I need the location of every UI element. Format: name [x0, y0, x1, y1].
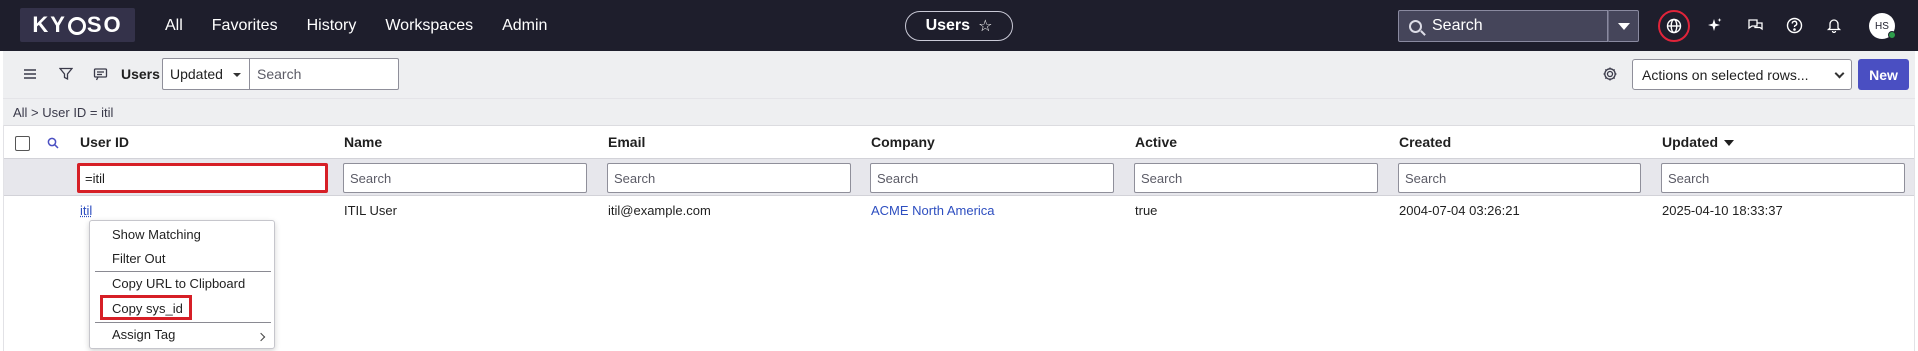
gear-icon[interactable]: [1601, 65, 1619, 83]
filter-company-input[interactable]: Search: [870, 163, 1114, 193]
column-header-email[interactable]: Email: [608, 134, 645, 150]
user-avatar[interactable]: HS: [1869, 13, 1896, 39]
globe-icon[interactable]: [1658, 10, 1690, 42]
logo-text-so: SO: [86, 12, 123, 37]
filter-created-placeholder: Search: [1405, 170, 1447, 186]
filter-updated-input[interactable]: Search: [1661, 163, 1905, 193]
logo-o-mark: [67, 17, 86, 35]
column-header-active[interactable]: Active: [1135, 134, 1177, 150]
cell-company-link[interactable]: ACME North America: [871, 203, 995, 218]
users-table: User ID Name Email Company Active Create…: [3, 125, 1915, 351]
filter-company-placeholder: Search: [877, 170, 919, 186]
filter-name-input[interactable]: Search: [343, 163, 587, 193]
search-icon: [1409, 19, 1422, 33]
select-all-checkbox[interactable]: [15, 136, 30, 151]
filter-user-id-value: =itil: [85, 170, 105, 186]
brand-logo[interactable]: KY SO: [20, 8, 135, 42]
list-toolbar: Users Updated Search Actions on selected…: [3, 51, 1915, 98]
filter-icon[interactable]: [57, 65, 75, 83]
chevron-right-icon: [256, 332, 266, 342]
column-header-updated-label: Updated: [1662, 134, 1718, 150]
list-search-placeholder: Search: [257, 66, 302, 82]
nav-link-favorites[interactable]: Favorites: [212, 17, 278, 35]
cell-active: true: [1135, 203, 1158, 218]
help-icon[interactable]: [1783, 14, 1805, 36]
menu-item-filter-out[interactable]: Filter Out: [112, 251, 165, 266]
filter-active-placeholder: Search: [1141, 170, 1183, 186]
nav-link-admin[interactable]: Admin: [502, 17, 547, 35]
hamburger-menu-icon[interactable]: [21, 65, 39, 83]
nav-link-workspaces[interactable]: Workspaces: [385, 17, 473, 35]
menu-item-assign-tag[interactable]: Assign Tag: [112, 327, 175, 342]
bell-icon[interactable]: [1823, 14, 1845, 36]
global-search-input[interactable]: Search: [1398, 10, 1608, 42]
nav-links: All Favorites History Workspaces Admin: [165, 0, 576, 51]
nav-link-all[interactable]: All: [165, 17, 183, 35]
menu-item-copy-url[interactable]: Copy URL to Clipboard: [112, 276, 245, 291]
column-header-user-id[interactable]: User ID: [80, 134, 129, 150]
menu-separator: [95, 322, 271, 323]
filter-email-placeholder: Search: [614, 170, 656, 186]
search-field-select[interactable]: Updated: [162, 58, 250, 90]
column-header-updated[interactable]: Updated: [1662, 134, 1734, 150]
list-search-input[interactable]: Search: [249, 58, 399, 90]
context-pill-label: Users: [925, 17, 971, 34]
nav-link-history[interactable]: History: [307, 17, 357, 35]
filter-created-input[interactable]: Search: [1398, 163, 1641, 193]
chevron-down-icon: [1834, 68, 1845, 79]
context-pill[interactable]: Users ☆: [905, 11, 1013, 41]
filter-updated-placeholder: Search: [1668, 170, 1710, 186]
logo-text-k: KY: [32, 12, 67, 37]
top-navigation-bar: KY SO All Favorites History Workspaces Ad…: [0, 0, 1918, 51]
row-context-menu: Show Matching Filter Out Copy URL to Cli…: [89, 220, 275, 349]
column-header-created[interactable]: Created: [1399, 134, 1451, 150]
breadcrumb[interactable]: All > User ID = itil: [3, 98, 1915, 125]
table-header-row: User ID Name Email Company Active Create…: [4, 125, 1914, 158]
filter-active-input[interactable]: Search: [1134, 163, 1378, 193]
cell-name: ITIL User: [344, 203, 397, 218]
list-context-icon[interactable]: [91, 65, 109, 83]
cell-user-id-link[interactable]: itil: [80, 203, 92, 218]
filter-name-placeholder: Search: [350, 170, 392, 186]
global-search-label: Search: [1432, 17, 1483, 34]
search-field-value: Updated: [170, 66, 223, 82]
filter-user-id-input[interactable]: =itil: [77, 163, 328, 193]
list-title: Users: [121, 66, 160, 82]
column-filter-row: =itil Search Search Search Search Search…: [4, 158, 1914, 196]
column-search-icon[interactable]: [47, 137, 59, 152]
new-button[interactable]: New: [1858, 59, 1909, 90]
column-header-name[interactable]: Name: [344, 134, 382, 150]
cell-updated: 2025-04-10 18:33:37: [1662, 203, 1783, 218]
breadcrumb-text[interactable]: All > User ID = itil: [13, 105, 113, 120]
table-row[interactable]: itil ITIL User itil@example.com ACME Nor…: [4, 197, 1914, 227]
search-scope-dropdown[interactable]: [1608, 10, 1639, 42]
sparkle-icon[interactable]: [1704, 14, 1726, 36]
actions-select-value: Actions on selected rows...: [1642, 66, 1809, 83]
cell-created: 2004-07-04 03:26:21: [1399, 203, 1520, 218]
menu-item-show-matching[interactable]: Show Matching: [112, 227, 201, 242]
filter-email-input[interactable]: Search: [607, 163, 851, 193]
menu-item-copy-sys-id[interactable]: Copy sys_id: [112, 301, 183, 316]
avatar-initials: HS: [1875, 20, 1889, 32]
cell-email: itil@example.com: [608, 203, 711, 218]
sort-descending-icon: [1724, 140, 1734, 146]
caret-down-icon: [233, 73, 241, 77]
chat-icon[interactable]: [1744, 14, 1766, 36]
favorite-star-icon[interactable]: ☆: [978, 16, 992, 36]
menu-separator: [95, 271, 271, 272]
actions-select[interactable]: Actions on selected rows...: [1632, 59, 1852, 90]
column-header-company[interactable]: Company: [871, 134, 935, 150]
presence-status-dot: [1888, 31, 1896, 39]
